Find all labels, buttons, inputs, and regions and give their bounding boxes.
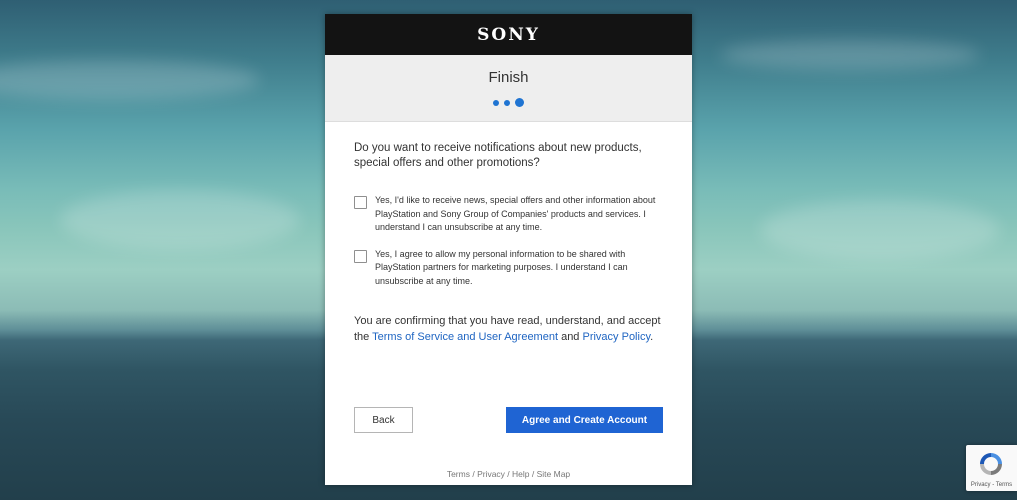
footer-terms-link[interactable]: Terms xyxy=(447,469,470,479)
privacy-policy-link[interactable]: Privacy Policy xyxy=(582,331,650,343)
confirmation-suffix: . xyxy=(650,330,654,343)
recaptcha-icon xyxy=(980,453,1002,475)
step-dot-2 xyxy=(504,99,510,106)
terms-confirmation: You are confirming that you have read, u… xyxy=(354,314,663,345)
footer-help-link[interactable]: Help xyxy=(512,469,529,479)
partner-sharing-label: Yes, I agree to allow my personal inform… xyxy=(375,248,628,286)
step-progress-indicator xyxy=(325,98,692,107)
news-opt-in-option: Yes, I'd like to receive news, special o… xyxy=(354,194,663,235)
brand-bar: SONY xyxy=(325,14,692,55)
recaptcha-privacy-terms: Privacy - Terms xyxy=(970,482,1013,488)
step-header: Finish xyxy=(325,55,692,122)
agree-and-create-account-button[interactable]: Agree and Create Account xyxy=(506,407,663,433)
footer-separator: / xyxy=(504,469,513,479)
partner-sharing-option: Yes, I agree to allow my personal inform… xyxy=(354,248,663,289)
step-title: Finish xyxy=(488,69,529,86)
form-content: Do you want to receive notifications abo… xyxy=(325,122,692,345)
news-opt-in-checkbox[interactable] xyxy=(354,196,367,209)
news-opt-in-label: Yes, I'd like to receive news, special o… xyxy=(375,195,656,232)
recaptcha-badge[interactable]: Privacy - Terms xyxy=(966,445,1017,491)
step-dot-1 xyxy=(493,99,499,106)
background-cloud xyxy=(720,40,980,70)
back-button[interactable]: Back xyxy=(354,407,413,433)
notification-question: Do you want to receive notifications abo… xyxy=(354,142,642,169)
footer-separator: / xyxy=(529,469,537,479)
footer-links: Terms / Privacy / Help / Site Map xyxy=(325,469,692,479)
terms-of-service-link[interactable]: Terms of Service and User Agreement xyxy=(372,331,558,343)
footer-site-map-link[interactable]: Site Map xyxy=(537,469,571,479)
background-cloud xyxy=(760,200,1000,260)
step-dot-3-current xyxy=(515,98,524,107)
background-cloud xyxy=(0,60,260,100)
partner-sharing-checkbox[interactable] xyxy=(354,249,367,263)
sony-logo: SONY xyxy=(477,24,540,45)
signup-dialog: SONY Finish Do you want to receive notif… xyxy=(325,14,692,485)
confirmation-middle: and xyxy=(558,330,583,343)
action-buttons: Back Agree and Create Account xyxy=(354,407,663,433)
footer-separator: / xyxy=(469,469,478,479)
background-cloud xyxy=(60,190,300,250)
footer-privacy-link[interactable]: Privacy xyxy=(477,469,505,479)
